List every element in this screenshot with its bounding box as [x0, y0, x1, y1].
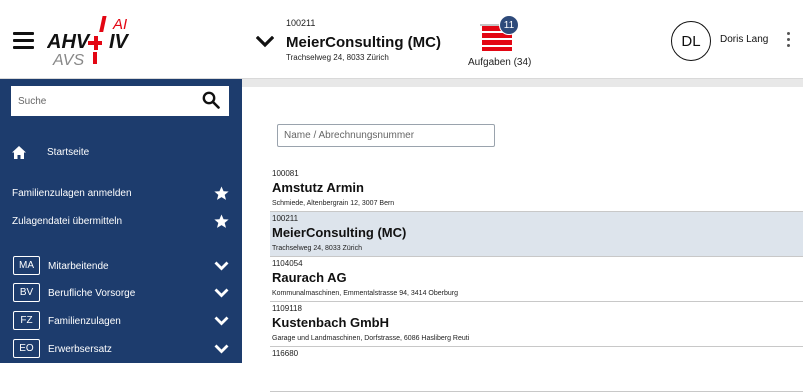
- sidebar-item-label: Familienzulagen: [48, 316, 121, 327]
- sidebar-item-abbrev: BV: [13, 283, 40, 302]
- client-row-number: 100081: [272, 169, 299, 178]
- sidebar-item-mitarbeitende[interactable]: MA Mitarbeitende: [0, 253, 242, 279]
- client-row[interactable]: 1109118 Kustenbach GmbH Garage und Landm…: [270, 302, 803, 347]
- sidebar-item-label: Erwerbsersatz: [48, 344, 112, 355]
- client-row-address: Kommunalmaschinen, Emmentalstrasse 94, 3…: [272, 290, 458, 297]
- client-address: Trachselweg 24, 8033 Zürich: [286, 53, 389, 62]
- ahv-iv-logo[interactable]: AHV AI IV AVS: [46, 14, 147, 69]
- client-filter-input[interactable]: [277, 124, 495, 147]
- client-row-address: Trachselweg 24, 8033 Zürich: [272, 245, 363, 252]
- logo-text-iv: IV: [109, 31, 130, 53]
- logo-graphic: AHV AI IV AVS: [46, 16, 130, 69]
- sidebar-item-abbrev: MA: [13, 256, 40, 275]
- client-name: MeierConsulting (MC): [286, 34, 441, 51]
- client-row-number: 100211: [272, 214, 299, 223]
- star-icon[interactable]: [214, 214, 229, 229]
- sidebar-item-label: Berufliche Vorsorge: [48, 288, 136, 299]
- client-row[interactable]: 116680: [270, 347, 803, 392]
- chevron-down-icon: [256, 36, 274, 48]
- logo-text-avs: AVS: [52, 52, 84, 66]
- sidebar-item-label: Startseite: [47, 147, 90, 158]
- sidebar-item-label: Familienzulagen anmelden: [12, 188, 132, 199]
- chevron-down-icon: [214, 261, 229, 271]
- client-row-selected[interactable]: 100211 MeierConsulting (MC) Trachselweg …: [270, 212, 803, 257]
- sidebar-item-zulagendatei-uebermitteln[interactable]: Zulagendatei übermitteln: [0, 209, 242, 235]
- client-list: 100081 Amstutz Armin Schmiede, Altenberg…: [270, 167, 803, 392]
- sidebar-item-familienzulagen[interactable]: FZ Familienzulagen: [0, 308, 242, 334]
- sidebar-item-familienzulagen-anmelden[interactable]: Familienzulagen anmelden: [0, 181, 242, 207]
- chevron-down-icon: [214, 316, 229, 326]
- sidebar-item-home[interactable]: Startseite: [0, 140, 242, 166]
- client-row-address: Garage und Landmaschinen, Dorfstrasse, 6…: [272, 335, 470, 342]
- client-row-name: MeierConsulting (MC): [272, 225, 407, 240]
- tasks-button[interactable]: 11 Aufgaben (34): [468, 14, 538, 70]
- star-icon[interactable]: [214, 186, 229, 201]
- main-top-band: [242, 79, 803, 87]
- client-switcher[interactable]: 100211 MeierConsulting (MC) Trachselweg …: [256, 16, 446, 66]
- client-row-number: 1104054: [272, 259, 303, 268]
- sidebar-item-label: Mitarbeitende: [48, 261, 109, 272]
- more-options-icon[interactable]: [786, 32, 792, 50]
- avatar[interactable]: DL: [671, 21, 711, 61]
- app-header: AHV AI IV AVS 100211 MeierConsulting (MC…: [0, 0, 803, 79]
- chevron-down-icon: [214, 344, 229, 354]
- client-row[interactable]: 100081 Amstutz Armin Schmiede, Altenberg…: [270, 167, 803, 212]
- client-row[interactable]: 1104054 Raurach AG Kommunalmaschinen, Em…: [270, 257, 803, 302]
- user-name[interactable]: Doris Lang: [720, 34, 768, 45]
- sidebar: Startseite Familienzulagen anmelden Zula…: [0, 79, 242, 363]
- client-number: 100211: [286, 18, 316, 28]
- sidebar-item-abbrev: EO: [13, 339, 40, 358]
- logo-text-ahv: AHV: [47, 31, 91, 53]
- client-row-name: Kustenbach GmbH: [272, 315, 390, 330]
- sidebar-item-berufliche-vorsorge[interactable]: BV Berufliche Vorsorge: [0, 280, 242, 306]
- search-input[interactable]: [11, 87, 191, 115]
- sidebar-search: [11, 86, 229, 116]
- client-row-name: Raurach AG: [272, 270, 347, 285]
- client-row-name: Amstutz Armin: [272, 180, 364, 195]
- home-icon: [12, 146, 26, 159]
- tasks-count-badge: 11: [499, 15, 519, 35]
- client-row-number: 1109118: [272, 304, 302, 313]
- chevron-down-icon: [214, 288, 229, 298]
- sidebar-item-abbrev: FZ: [13, 311, 40, 330]
- client-row-number: 116680: [272, 349, 299, 358]
- tasks-label: Aufgaben (34): [468, 57, 532, 68]
- search-icon[interactable]: [202, 91, 220, 109]
- sidebar-item-label: Zulagendatei übermitteln: [12, 216, 123, 227]
- sidebar-item-erwerbsersatz[interactable]: EO Erwerbsersatz: [0, 336, 242, 362]
- main-content: 100081 Amstutz Armin Schmiede, Altenberg…: [242, 79, 803, 392]
- menu-icon[interactable]: [13, 32, 34, 49]
- client-row-address: Schmiede, Altenbergrain 12, 3007 Bern: [272, 200, 395, 207]
